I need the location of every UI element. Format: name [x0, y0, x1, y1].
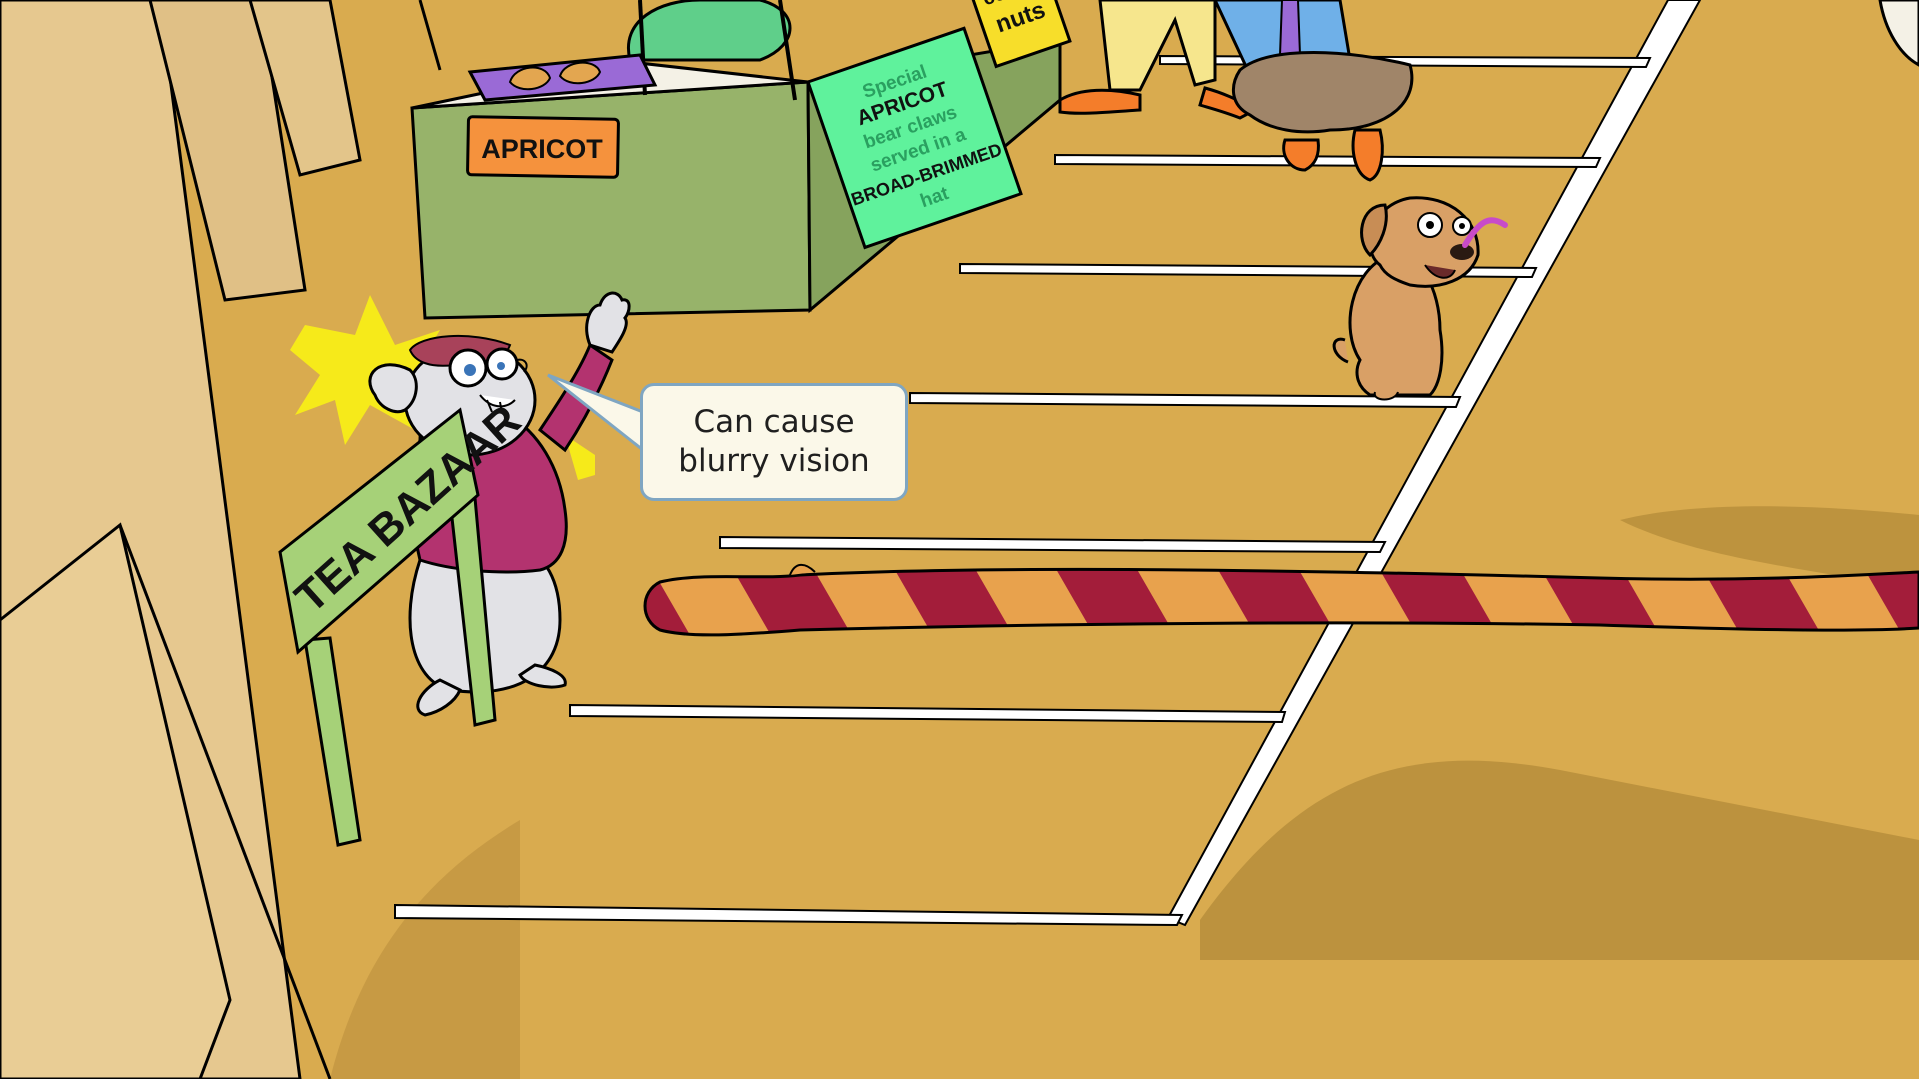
- apricot-label-text: APRICOT: [481, 134, 603, 164]
- speech-bubble-line-2: blurry vision: [678, 443, 870, 479]
- apricot-label: APRICOT: [466, 115, 620, 179]
- speech-bubble-line-1: Can cause: [693, 404, 855, 440]
- cartoon-scene: APRICOT Special APRICOT bear claws serve…: [0, 0, 1919, 1079]
- speech-bubble: Can cause blurry vision: [640, 383, 908, 501]
